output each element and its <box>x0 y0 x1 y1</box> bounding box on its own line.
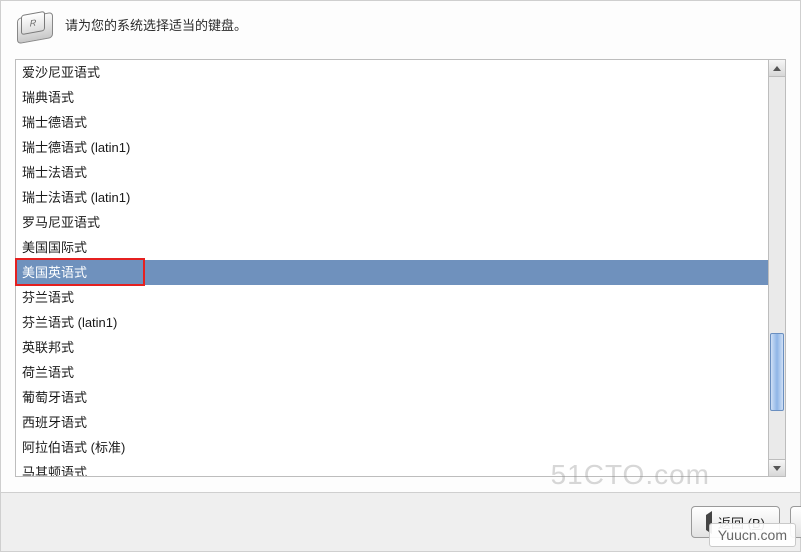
back-button[interactable]: 返回 (B) <box>691 506 780 538</box>
list-item[interactable]: 瑞士法语式 (latin1) <box>16 185 768 210</box>
back-button-label: 返回 (B) <box>718 513 765 532</box>
arrow-left-icon <box>706 515 712 530</box>
list-item[interactable]: 爱沙尼亚语式 <box>16 60 768 85</box>
list-item[interactable]: 瑞典语式 <box>16 85 768 110</box>
dialog-footer: 返回 (B) <box>1 492 800 551</box>
list-item[interactable]: 西班牙语式 <box>16 410 768 435</box>
keyboard-icon: R <box>15 11 55 43</box>
next-button-partial[interactable] <box>790 506 801 538</box>
list-item[interactable]: 瑞士法语式 <box>16 160 768 185</box>
list-item[interactable]: 葡萄牙语式 <box>16 385 768 410</box>
list-item[interactable]: 瑞士德语式 (latin1) <box>16 135 768 160</box>
list-item[interactable]: 芬兰语式 <box>16 285 768 310</box>
scroll-up-button[interactable] <box>769 60 785 77</box>
list-item[interactable]: 瑞士德语式 <box>16 110 768 135</box>
vertical-scrollbar[interactable] <box>768 59 786 477</box>
dialog-header: R 请为您的系统选择适当的键盘。 <box>1 1 800 49</box>
scroll-down-button[interactable] <box>769 459 785 476</box>
scrollbar-track[interactable] <box>769 77 785 459</box>
scrollbar-thumb[interactable] <box>770 333 784 411</box>
keyboard-list[interactable]: 爱沙尼亚语式瑞典语式瑞士德语式瑞士德语式 (latin1)瑞士法语式瑞士法语式 … <box>15 59 768 477</box>
list-item[interactable]: 罗马尼亚语式 <box>16 210 768 235</box>
keyboard-list-area: 爱沙尼亚语式瑞典语式瑞士德语式瑞士德语式 (latin1)瑞士法语式瑞士法语式 … <box>15 59 786 477</box>
list-item[interactable]: 马其顿语式 <box>16 460 768 477</box>
list-item[interactable]: 美国国际式 <box>16 235 768 260</box>
list-item[interactable]: 芬兰语式 (latin1) <box>16 310 768 335</box>
list-item[interactable]: 阿拉伯语式 (标准) <box>16 435 768 460</box>
keyboard-selection-dialog: R 请为您的系统选择适当的键盘。 爱沙尼亚语式瑞典语式瑞士德语式瑞士德语式 (l… <box>0 0 801 552</box>
dialog-prompt: 请为您的系统选择适当的键盘。 <box>65 11 247 34</box>
list-item[interactable]: 荷兰语式 <box>16 360 768 385</box>
list-item[interactable]: 英联邦式 <box>16 335 768 360</box>
list-item[interactable]: 美国英语式 <box>16 260 768 285</box>
